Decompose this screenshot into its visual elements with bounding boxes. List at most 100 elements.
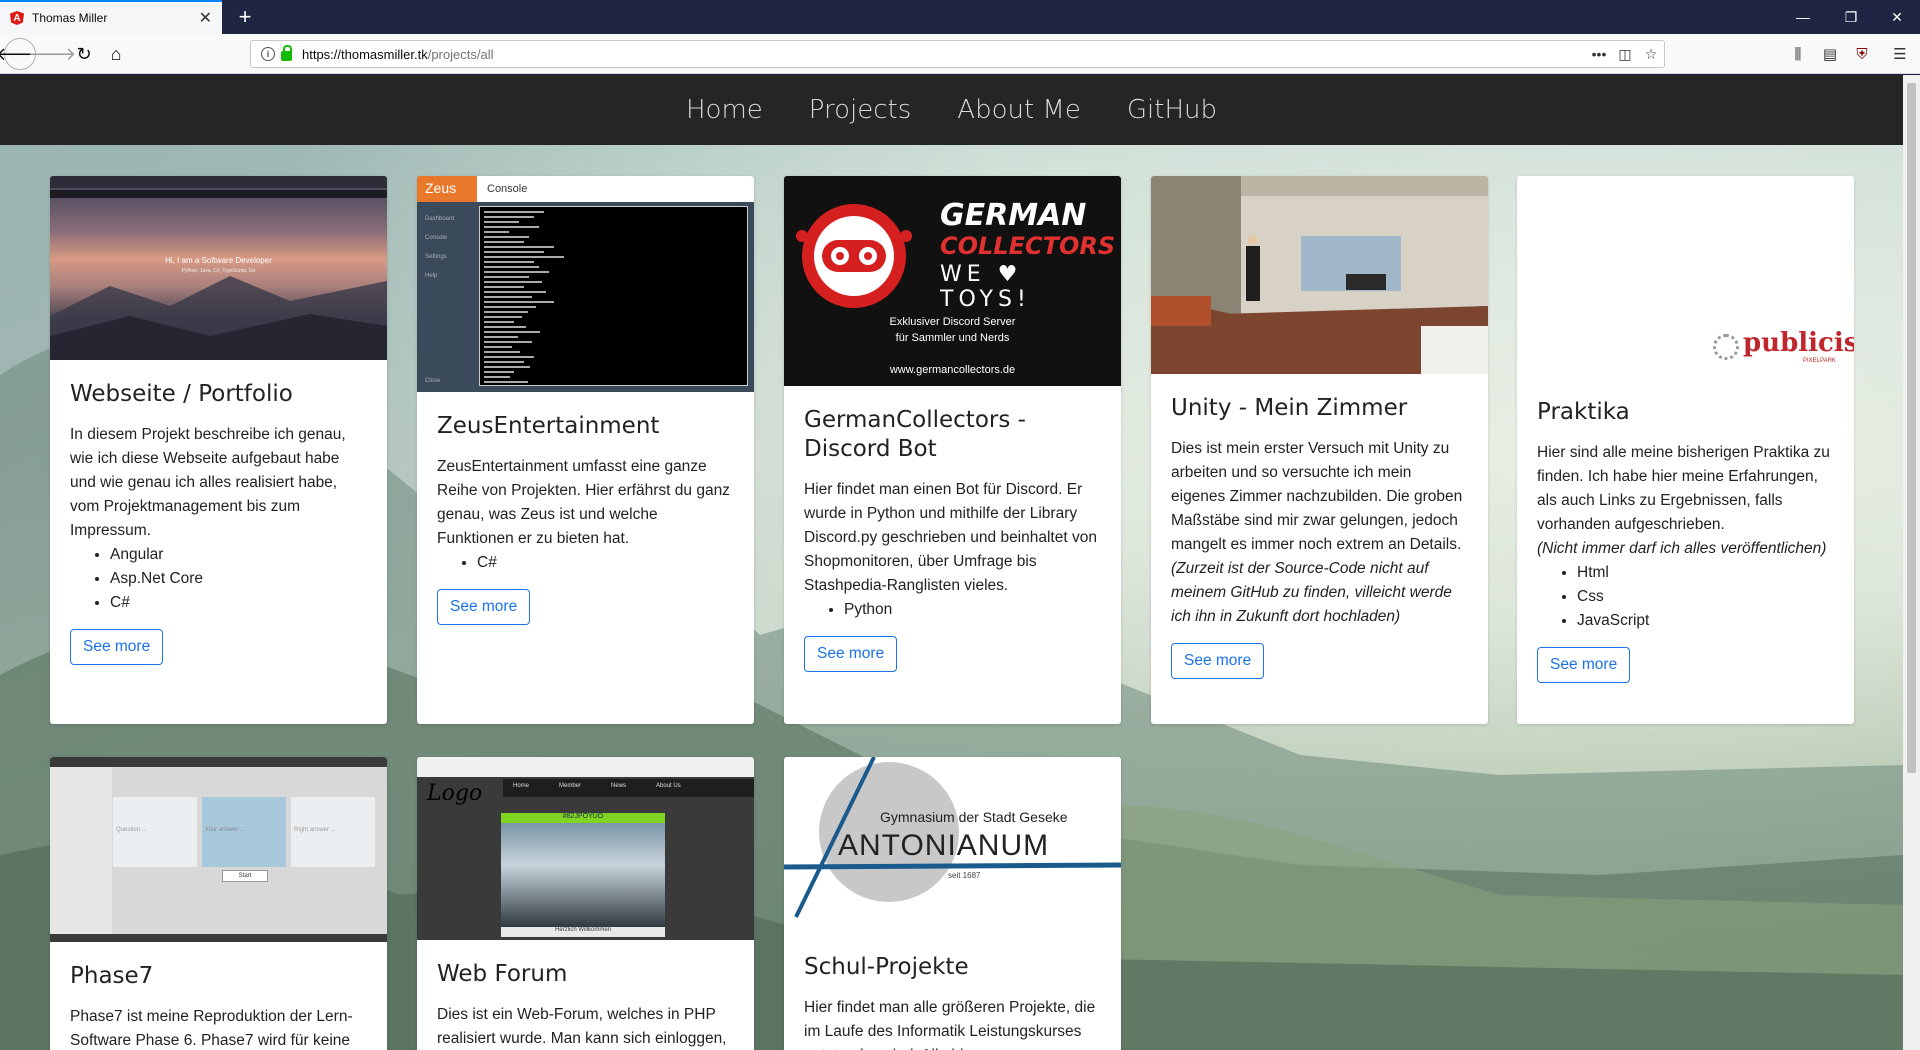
browser-toolbar: 🡐 🡒 ↻ ⌂ i https://thomasmiller.tk/projec… <box>0 34 1920 74</box>
tech-list: Html Css JavaScript <box>1577 561 1834 633</box>
page-scrollbar[interactable] <box>1903 75 1920 1050</box>
pocket-icon[interactable]: ◫ <box>1612 46 1638 63</box>
see-more-button[interactable]: See more <box>804 635 898 672</box>
tech-item: Css <box>1577 585 1834 609</box>
project-card-schule: Gymnasium der Stadt Geseke ANTONIANUM se… <box>784 757 1121 1050</box>
card-title: Praktika <box>1537 399 1630 425</box>
gc-desc-line1: Exklusiver Discord Server <box>889 316 1016 328</box>
publicis-logo-image: publicis PIXELPARK <box>1517 176 1854 378</box>
tech-item: C# <box>477 551 734 575</box>
new-tab-button[interactable]: + <box>232 4 258 30</box>
phase7-right-answer-field: Right answer ... <box>291 797 375 867</box>
tech-item: Html <box>1577 561 1834 585</box>
address-bar[interactable]: i https://thomasmiller.tk/projects/all •… <box>250 40 1665 68</box>
restore-window-button[interactable]: ❐ <box>1828 0 1874 34</box>
scrollbar-thumb[interactable] <box>1907 83 1916 773</box>
card-text: Dies ist mein erster Versuch mit Unity z… <box>1171 439 1463 553</box>
germancollectors-banner: GERMAN COLLECTORS WE ♥ TOYS! Exklusiver … <box>784 176 1121 386</box>
see-more-button[interactable]: See more <box>70 628 164 665</box>
card-title: Schul-Projekte <box>804 954 969 980</box>
nav-home-link[interactable]: Home <box>686 95 763 125</box>
gc-url: www.germancollectors.de <box>889 364 1016 376</box>
unity-room-render <box>1151 176 1488 374</box>
project-card-zeus: Zeus Console Dashboard Console Settings Hel… <box>417 176 754 724</box>
sidebar-icon[interactable]: ▤ <box>1818 42 1842 66</box>
site-info-icon[interactable]: i <box>261 47 275 61</box>
pixelpark-wordmark: PIXELPARK <box>1803 358 1836 364</box>
gc-desc-line2: für Sammler und Nerds <box>895 332 1010 344</box>
card-title: Web Forum <box>437 961 568 987</box>
portfolio-screenshot: Hi, I am a Software Developer Python, Ja… <box>50 176 387 360</box>
forum-welcome: Herzlich Willkommen <box>501 927 665 937</box>
angular-favicon-icon: A <box>10 11 24 25</box>
card-text: Dies ist ein Web-Forum, welches in PHP r… <box>437 1005 727 1047</box>
web-page: Home Projects About Me GitHub Hi, I am a… <box>0 75 1903 1050</box>
url-text[interactable]: https://thomasmiller.tk/projects/all <box>302 47 1586 62</box>
tab-title: Thomas Miller <box>32 11 108 25</box>
card-title: Unity - Mein Zimmer <box>1171 395 1408 421</box>
project-card-germancollectors: GERMAN COLLECTORS WE ♥ TOYS! Exklusiver … <box>784 176 1121 724</box>
card-title: Phase7 <box>70 963 154 989</box>
card-text: ZeusEntertainment umfasst eine ganze Rei… <box>437 457 730 547</box>
tech-item: JavaScript <box>1577 609 1834 633</box>
portfolio-hero-subtext: Python, Java, C#, TypeScript, Go <box>181 268 256 274</box>
tab-close-icon[interactable]: ✕ <box>199 8 212 28</box>
tech-item: Angular <box>110 543 367 567</box>
card-title: Webseite / Portfolio <box>70 381 293 407</box>
phase7-screenshot: Question ... Your answer ... Right answe… <box>50 757 387 942</box>
card-text: Hier sind alle meine bisherigen Praktika… <box>1537 443 1830 533</box>
project-card-webforum: Logo Home Member News About Us #82JPOYUO He… <box>417 757 754 1050</box>
close-window-button[interactable]: ✕ <box>1874 0 1920 34</box>
site-navbar: Home Projects About Me GitHub <box>0 75 1903 145</box>
project-card-portfolio: Hi, I am a Software Developer Python, Ja… <box>50 176 387 724</box>
antonianum-since: seit 1687 <box>948 871 981 880</box>
tech-item: C# <box>110 591 367 615</box>
nav-about-link[interactable]: About Me <box>957 95 1081 125</box>
project-card-praktika: publicis PIXELPARK Praktika Hier sind al… <box>1517 176 1854 724</box>
see-more-button[interactable]: See more <box>1171 642 1265 679</box>
bookmark-star-icon[interactable]: ☆ <box>1638 46 1664 63</box>
home-button[interactable]: ⌂ <box>102 40 130 68</box>
forum-logo: Logo <box>427 781 483 806</box>
antonianum-wordmark: ANTONIANUM <box>838 829 1050 862</box>
card-note: (Nicht immer darf ich alles veröffentlic… <box>1537 539 1827 557</box>
browser-tab-active[interactable]: A Thomas Miller ✕ <box>0 0 222 34</box>
reload-button[interactable]: ↻ <box>70 40 98 68</box>
card-text: Hier findet man alle größeren Projekte, … <box>804 998 1096 1050</box>
menu-hamburger-icon[interactable]: ☰ <box>1888 42 1912 66</box>
card-note: (Zurzeit ist der Source-Code nicht auf m… <box>1171 559 1452 625</box>
forward-button[interactable]: 🡒 <box>28 40 76 68</box>
nav-github-link[interactable]: GitHub <box>1127 95 1217 125</box>
tech-item: Python <box>844 598 1101 622</box>
project-card-phase7: Question ... Your answer ... Right answe… <box>50 757 387 1050</box>
antonianum-school-line: Gymnasium der Stadt Geseke <box>880 809 1068 825</box>
card-text: Phase7 ist meine Reproduktion der Lern-S… <box>70 1007 353 1049</box>
robot-mascot-icon <box>796 204 912 308</box>
portfolio-hero-text: Hi, I am a Software Developer <box>165 256 272 265</box>
see-more-button[interactable]: See more <box>437 588 531 625</box>
tech-item: Asp.Net Core <box>110 567 367 591</box>
zeus-logo: Zeus <box>417 176 477 202</box>
card-title: ZeusEntertainment <box>437 413 660 439</box>
tech-list: C# <box>477 551 734 575</box>
ublock-icon[interactable]: ⛨ <box>1850 42 1874 66</box>
publicis-wordmark: publicis <box>1743 328 1854 358</box>
browser-tab-strip: A Thomas Miller ✕ + — ❐ ✕ <box>0 0 1920 34</box>
gc-title-line2: COLLECTORS <box>940 232 1116 260</box>
tech-list: Angular Asp.Net Core C# <box>110 543 367 615</box>
see-more-button[interactable]: See more <box>1537 646 1631 683</box>
forum-nav: Home Member News About Us <box>503 779 754 797</box>
zeus-close-label: Close <box>425 378 441 384</box>
zeus-menu: Dashboard Console Settings Help <box>425 216 455 279</box>
card-text: Hier findet man einen Bot für Discord. E… <box>804 480 1097 594</box>
gc-slogan: WE ♥ TOYS! <box>940 262 1031 312</box>
minimize-window-button[interactable]: — <box>1780 0 1826 34</box>
antonianum-logo-image: Gymnasium der Stadt Geseke ANTONIANUM se… <box>784 757 1121 933</box>
webforum-screenshot: Logo Home Member News About Us #82JPOYUO He… <box>417 757 754 940</box>
library-icon[interactable]: ⫼ <box>1786 42 1810 66</box>
nav-projects-link[interactable]: Projects <box>809 95 912 125</box>
page-actions-icon[interactable]: ••• <box>1586 46 1612 62</box>
zeus-console-output <box>479 206 748 386</box>
publicis-lion-icon <box>1713 334 1739 360</box>
project-card-unity: Unity - Mein Zimmer Dies ist mein erster… <box>1151 176 1488 724</box>
